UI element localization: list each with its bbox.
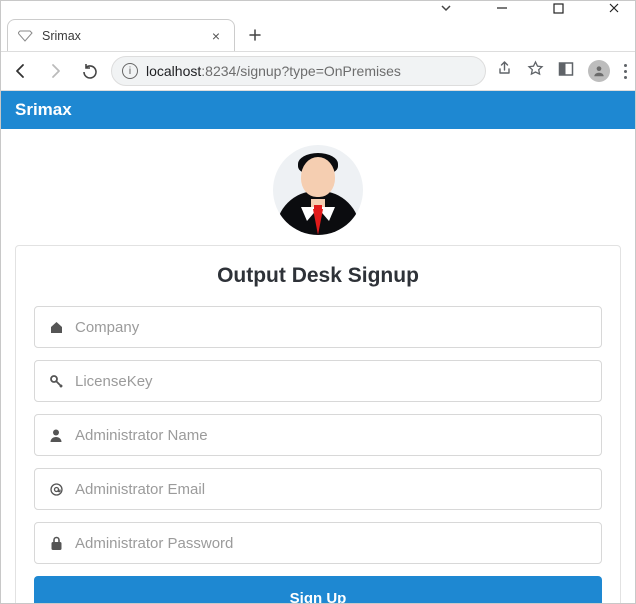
form-heading: Output Desk Signup [34, 264, 602, 288]
at-sign-icon [47, 482, 65, 497]
tab-close-button[interactable]: × [208, 28, 224, 44]
toolbar-right [496, 60, 627, 82]
browser-tab[interactable]: Srimax × [7, 19, 235, 51]
side-panel-icon[interactable] [558, 61, 574, 82]
window-minimize-button[interactable] [487, 1, 517, 15]
bookmark-star-icon[interactable] [527, 60, 544, 82]
page-body: Output Desk Signup [1, 129, 635, 603]
tab-favicon-icon [18, 28, 34, 44]
admin-email-input[interactable] [75, 481, 589, 498]
chevron-down-icon[interactable] [431, 1, 461, 15]
lock-icon [47, 536, 65, 551]
signup-card: Output Desk Signup [15, 245, 621, 603]
window-maximize-button[interactable] [543, 1, 573, 15]
share-icon[interactable] [496, 60, 513, 82]
url-port: :8234 [201, 63, 236, 79]
profile-avatar-icon[interactable] [588, 60, 610, 82]
site-info-icon[interactable]: i [122, 63, 138, 79]
tab-title: Srimax [42, 29, 200, 43]
nav-back-button[interactable] [9, 59, 33, 83]
tab-strip: Srimax × [1, 17, 635, 51]
admin-name-input[interactable] [75, 427, 589, 444]
browser-window: Srimax × i localhost:8234/signup?type=On… [0, 0, 636, 604]
admin-email-field[interactable] [34, 468, 602, 510]
window-close-button[interactable] [599, 1, 629, 15]
company-field[interactable] [34, 306, 602, 348]
window-titlebar [1, 1, 635, 17]
brand-name: Srimax [15, 100, 72, 120]
page-viewport: Srimax Output Desk Signup [1, 91, 635, 603]
user-icon [47, 428, 65, 442]
company-input[interactable] [75, 319, 589, 336]
admin-password-input[interactable] [75, 535, 589, 552]
url-text: localhost:8234/signup?type=OnPremises [146, 63, 475, 79]
url-path: /signup?type=OnPremises [236, 63, 401, 79]
browser-toolbar: i localhost:8234/signup?type=OnPremises [1, 51, 635, 91]
url-host: localhost [146, 63, 201, 79]
new-tab-button[interactable] [241, 21, 269, 49]
license-key-field[interactable] [34, 360, 602, 402]
key-icon [47, 374, 65, 389]
nav-forward-button[interactable] [43, 59, 67, 83]
admin-password-field[interactable] [34, 522, 602, 564]
signup-button[interactable]: Sign Up [34, 576, 602, 603]
brand-header: Srimax [1, 91, 635, 129]
admin-name-field[interactable] [34, 414, 602, 456]
address-bar[interactable]: i localhost:8234/signup?type=OnPremises [111, 56, 486, 86]
admin-avatar-illustration [273, 145, 363, 235]
license-key-input[interactable] [75, 373, 589, 390]
nav-reload-button[interactable] [77, 59, 101, 83]
browser-menu-button[interactable] [624, 64, 627, 79]
home-icon [47, 320, 65, 335]
